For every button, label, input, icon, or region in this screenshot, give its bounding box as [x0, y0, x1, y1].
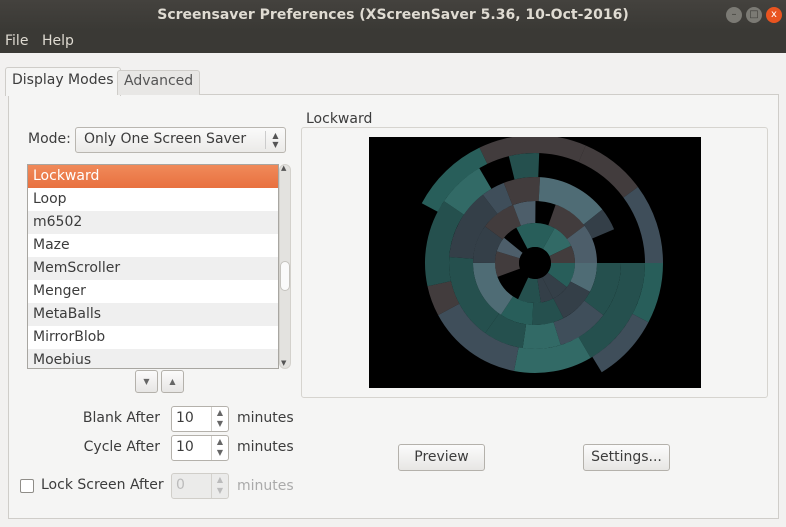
move-up-button[interactable]: ▲ [161, 370, 184, 393]
updown-icon: ▲ ▼ [265, 131, 285, 149]
list-item[interactable]: MirrorBlob [28, 326, 278, 349]
maximize-icon[interactable]: □ [746, 7, 762, 23]
menu-help[interactable]: Help [42, 33, 74, 49]
close-icon[interactable]: x [766, 7, 782, 23]
lock-unit: minutes [237, 478, 294, 494]
preview-screen [369, 135, 701, 388]
title-bar: Screensaver Preferences (XScreenSaver 5.… [0, 0, 786, 30]
move-down-button[interactable]: ▼ [135, 370, 158, 393]
ring-segment [578, 145, 638, 198]
list-scrollbar[interactable]: ▲ ▼ [279, 164, 291, 369]
minimize-icon[interactable]: – [726, 7, 742, 23]
lock-checkbox[interactable] [20, 479, 34, 493]
scroll-up-icon[interactable]: ▲ [281, 164, 286, 172]
preview-button[interactable]: Preview [398, 444, 485, 471]
screensaver-list[interactable]: Lockward Loop m6502 Maze MemScroller Men… [27, 164, 279, 369]
ring-segment [623, 186, 663, 263]
scroll-thumb[interactable] [280, 261, 290, 291]
list-item[interactable]: Moebius [28, 349, 278, 368]
lockward-preview-image [421, 135, 663, 373]
spin-arrows-icon[interactable]: ▲ ▼ [211, 436, 228, 460]
triangle-down-icon: ▼ [143, 377, 150, 386]
list-item[interactable]: MetaBalls [28, 303, 278, 326]
spin-arrows-icon[interactable]: ▲ ▼ [211, 407, 228, 431]
cycle-after-spinner[interactable]: 10 ▲ ▼ [171, 435, 229, 461]
tab-display-modes[interactable]: Display Modes [5, 67, 121, 96]
blank-after-label: Blank After [82, 410, 160, 426]
cycle-value: 10 [176, 439, 194, 455]
triangle-up-icon: ▲ [169, 377, 176, 386]
list-item[interactable]: Lockward [28, 165, 278, 188]
blank-after-spinner[interactable]: 10 ▲ ▼ [171, 406, 229, 432]
ring-segment [518, 277, 541, 303]
spin-arrows-icon: ▲ ▼ [211, 474, 228, 498]
menu-bar: File Help [0, 30, 786, 53]
tab-advanced[interactable]: Advanced [117, 70, 201, 95]
cycle-unit: minutes [237, 439, 294, 455]
list-item[interactable]: Menger [28, 280, 278, 303]
list-item[interactable]: MemScroller [28, 257, 278, 280]
list-item[interactable]: Loop [28, 188, 278, 211]
list-item[interactable]: Maze [28, 234, 278, 257]
cycle-after-label: Cycle After [83, 439, 160, 455]
menu-file[interactable]: File [5, 33, 28, 49]
scroll-down-icon[interactable]: ▼ [281, 359, 286, 367]
blank-unit: minutes [237, 410, 294, 426]
blank-value: 10 [176, 410, 194, 426]
mode-select[interactable]: Only One Screen Saver ▲ ▼ [75, 127, 286, 153]
mode-label: Mode: [28, 131, 71, 147]
lock-spinner: 0 ▲ ▼ [171, 473, 229, 499]
mode-value: Only One Screen Saver [84, 131, 247, 147]
center-hole [519, 247, 551, 279]
lock-value: 0 [176, 477, 185, 493]
window-title: Screensaver Preferences (XScreenSaver 5.… [157, 7, 629, 23]
list-item[interactable]: m6502 [28, 211, 278, 234]
lock-label[interactable]: Lock Screen After [41, 477, 164, 493]
ring-segment [508, 153, 540, 180]
settings-button[interactable]: Settings... [583, 444, 670, 471]
preview-title: Lockward [306, 111, 373, 127]
